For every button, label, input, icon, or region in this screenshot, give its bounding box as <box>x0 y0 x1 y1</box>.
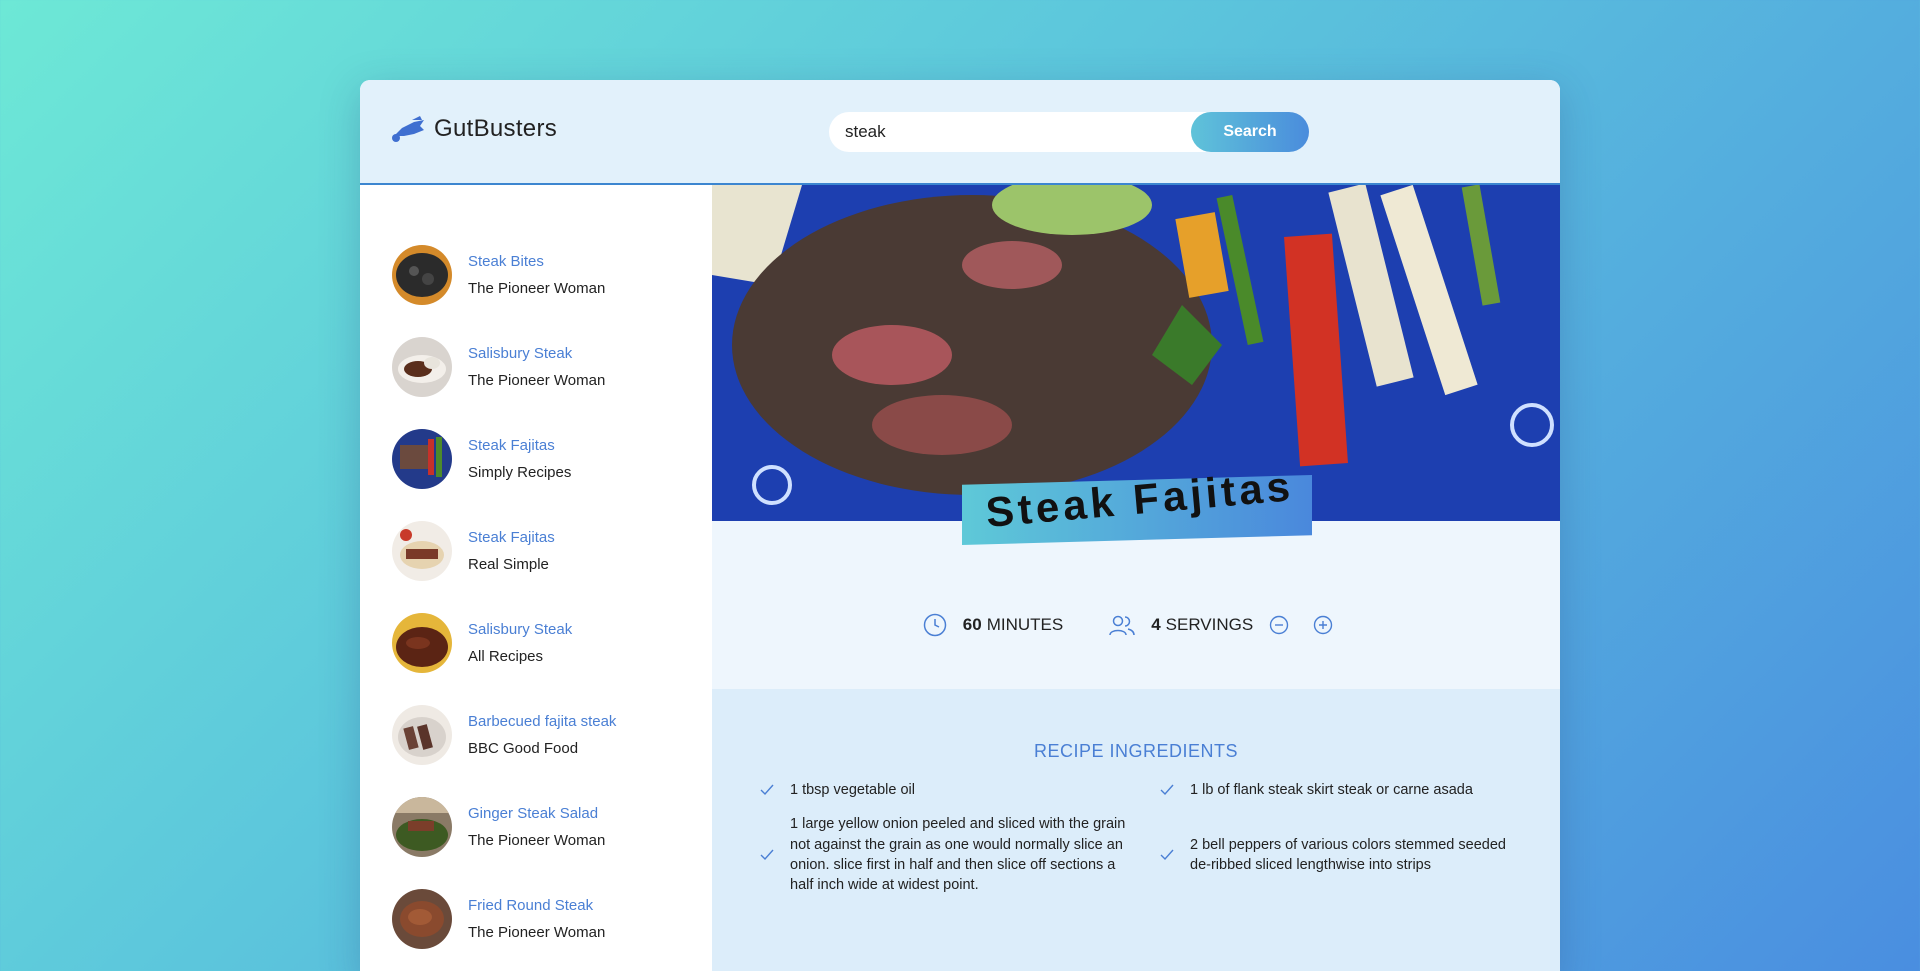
ingredients-section: RECIPE INGREDIENTS 1 tbsp vegetable oil … <box>712 689 1560 971</box>
check-icon <box>760 784 774 796</box>
minutes-label: MINUTES <box>986 615 1064 634</box>
result-title: Barbecued fajita steak <box>468 713 617 730</box>
decrease-servings-button[interactable] <box>1269 615 1289 635</box>
result-thumbnail <box>392 245 452 305</box>
result-item[interactable]: Steak Fajitas Simply Recipes <box>360 413 712 505</box>
cook-time: 60 MINUTES <box>923 613 1063 637</box>
increase-servings-button[interactable] <box>1313 615 1333 635</box>
result-publisher: Real Simple <box>468 556 549 573</box>
result-title: Salisbury Steak <box>468 621 573 638</box>
check-icon <box>1160 784 1174 796</box>
result-title: Ginger Steak Salad <box>468 805 599 822</box>
result-item[interactable]: Barbecued fajita steak BBC Good Food <box>360 689 712 781</box>
ingredient-item: 1 tbsp vegetable oil <box>760 780 1160 800</box>
app-window: GutBusters Search Steak Bites The Pionee… <box>360 80 1560 971</box>
result-publisher: BBC Good Food <box>468 740 579 757</box>
result-thumbnail <box>392 705 452 765</box>
recipe-hero-image <box>712 185 1560 521</box>
header: GutBusters Search <box>360 80 1560 185</box>
recipe-title-banner: Steak Fajitas <box>962 462 1312 545</box>
servings: 4 SERVINGS <box>1109 613 1349 637</box>
result-publisher: The Pioneer Woman <box>468 832 606 849</box>
result-publisher: Simply Recipes <box>468 464 572 481</box>
check-icon <box>760 849 774 860</box>
recipe-details: 60 MINUTES 4 SERVINGS <box>712 521 1560 689</box>
check-icon <box>1160 849 1174 860</box>
search-bar: Search <box>829 112 1309 152</box>
result-item[interactable]: Salisbury Steak The Pioneer Woman <box>360 321 712 413</box>
results-sidebar: Steak Bites The Pioneer Woman Salisbury … <box>360 185 712 971</box>
ingredient-text: 2 bell peppers of various colors stemmed… <box>1190 836 1506 873</box>
result-item[interactable]: Steak Fajitas Real Simple <box>360 505 712 597</box>
result-thumbnail <box>392 521 452 581</box>
clock-icon <box>923 613 947 637</box>
search-input[interactable] <box>829 112 1191 152</box>
result-title: Fried Round Steak <box>468 897 594 914</box>
servings-label: SERVINGS <box>1165 615 1254 634</box>
logo[interactable]: GutBusters <box>390 114 557 144</box>
ingredient-text: 1 lb of flank steak skirt steak or carne… <box>1190 782 1473 798</box>
ingredient-item: 2 bell peppers of various colors stemmed… <box>1160 814 1560 895</box>
result-title: Steak Bites <box>468 253 544 270</box>
result-publisher: The Pioneer Woman <box>468 372 606 389</box>
result-thumbnail <box>392 797 452 857</box>
minutes-value: 60 <box>962 615 982 634</box>
result-item[interactable]: Ginger Steak Salad The Pioneer Woman <box>360 781 712 873</box>
ingredient-text: 1 tbsp vegetable oil <box>790 782 915 798</box>
users-icon <box>1109 615 1135 636</box>
servings-value: 4 <box>1151 615 1161 634</box>
result-publisher: All Recipes <box>468 648 544 665</box>
ingredient-item: 1 large yellow onion peeled and sliced w… <box>760 814 1160 895</box>
result-thumbnail <box>392 613 452 673</box>
result-item[interactable]: Salisbury Steak All Recipes <box>360 597 712 689</box>
ingredient-text: 1 large yellow onion peeled and sliced w… <box>790 816 1126 894</box>
result-publisher: The Pioneer Woman <box>468 924 606 941</box>
result-title: Salisbury Steak <box>468 345 573 362</box>
search-button[interactable]: Search <box>1191 112 1309 152</box>
app-name: GutBusters <box>434 115 558 142</box>
ingredients-heading: RECIPE INGREDIENTS <box>1033 741 1239 761</box>
result-thumbnail <box>392 889 452 949</box>
recipe-panel: Steak Fajitas 60 MINUTES 4 SERVINGS RECI… <box>712 185 1560 971</box>
result-thumbnail <box>392 337 452 397</box>
ingredient-item: 1 lb of flank steak skirt steak or carne… <box>1160 780 1560 800</box>
result-publisher: The Pioneer Woman <box>468 280 606 297</box>
result-item[interactable]: Steak Bites The Pioneer Woman <box>360 229 712 321</box>
result-title: Steak Fajitas <box>468 529 555 546</box>
result-thumbnail <box>392 429 452 489</box>
result-title: Steak Fajitas <box>468 437 555 454</box>
logo-icon <box>392 116 424 142</box>
result-item[interactable]: Fried Round Steak The Pioneer Woman <box>360 873 712 965</box>
